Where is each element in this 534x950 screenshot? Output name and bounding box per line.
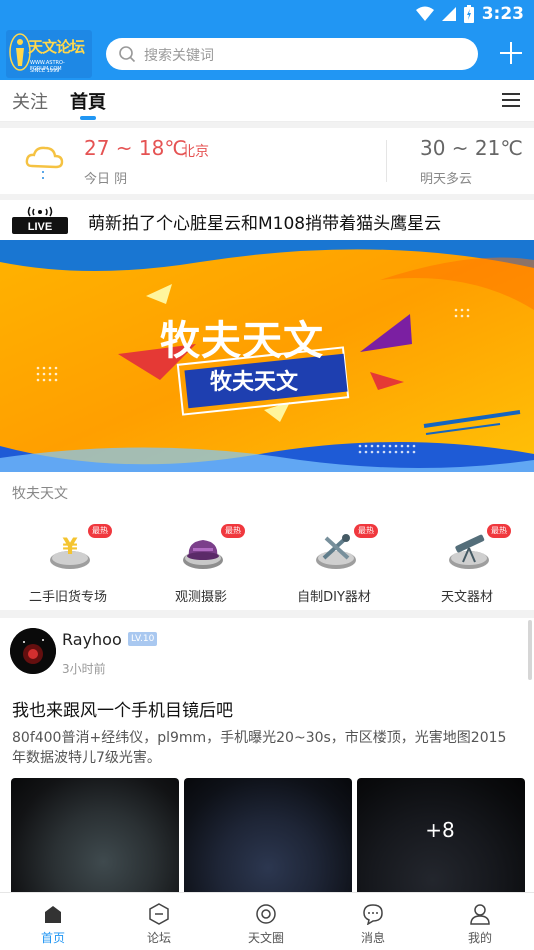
weather-card[interactable]: 27 ~ 18℃ 北京 今日 阴 30 ~ 21℃ 明天多云: [0, 128, 534, 194]
app-header: 天文论坛 WWW.ASTRO-FORUM.COM SINCE 1999 搜索关键…: [0, 28, 534, 80]
category-diy[interactable]: 最热 自制DIY器材: [274, 522, 394, 608]
home-icon: [45, 906, 61, 923]
nav-circle[interactable]: 天文圈: [213, 893, 319, 950]
search-input[interactable]: 搜索关键词: [106, 38, 478, 70]
level-badge: LV.10: [128, 632, 158, 646]
post-body: 80f400普消+经纬仪，pl9mm，手机曝光20~30s，市区楼顶，光害地图2…: [12, 730, 507, 766]
category-observation[interactable]: 最热 观测摄影: [141, 522, 261, 608]
signal-icon: [441, 7, 456, 21]
tab-home[interactable]: 首頁: [70, 88, 106, 114]
live-headline: 萌新拍了个心脏星云和M108捎带着猫头鹰星云: [88, 214, 442, 234]
category-label: 天文器材: [440, 590, 493, 605]
banner-subtitle: 牧夫天文: [210, 370, 299, 395]
nav-profile[interactable]: 我的: [427, 893, 533, 950]
avatar[interactable]: [10, 628, 56, 674]
today-temperature: 27 ~ 18℃: [84, 136, 187, 160]
category-label: 自制DIY器材: [297, 590, 371, 605]
logo-since: SINCE 1999: [30, 68, 60, 74]
weather-divider: [386, 140, 387, 182]
top-tabs: 关注 首頁: [0, 80, 534, 122]
nav-label: 论坛: [146, 931, 171, 945]
menu-icon[interactable]: [502, 92, 520, 108]
add-post-button[interactable]: [498, 40, 524, 66]
divider: [0, 610, 534, 618]
hot-badge: 最热: [221, 524, 245, 538]
scrollbar: [528, 620, 532, 680]
post-title[interactable]: 我也来跟风一个手机目镜后吧: [12, 696, 233, 721]
live-badge-icon: LIVE: [12, 206, 68, 234]
tomorrow-condition: 明天多云: [420, 172, 473, 187]
svg-text:¥: ¥: [62, 535, 78, 560]
message-icon: [363, 904, 383, 925]
post-image[interactable]: +8: [357, 778, 525, 898]
today-condition: 今日 阴: [84, 172, 128, 187]
category-label: 观测摄影: [174, 590, 227, 605]
search-icon: [119, 46, 136, 63]
tomorrow-temperature: 30 ~ 21℃: [420, 136, 523, 160]
category-secondhand[interactable]: ¥ 最热 二手旧货专场: [8, 522, 128, 608]
telescope-icon: [449, 534, 489, 569]
hat-icon: [183, 540, 223, 569]
status-bar: 3:23: [0, 0, 534, 28]
more-images-count: +8: [425, 818, 455, 842]
nav-label: 我的: [467, 931, 492, 945]
post-image[interactable]: [184, 778, 352, 898]
banner-title: 牧夫天文: [160, 318, 324, 364]
section-title: 牧夫天文: [12, 486, 68, 502]
live-headline-row[interactable]: LIVE 萌新拍了个心脏星云和M108捎带着猫头鹰星云: [0, 200, 534, 240]
avatar-image: [10, 628, 56, 674]
city-name: 北京: [181, 144, 209, 160]
promo-banner[interactable]: 牧夫天文 牧夫天文: [0, 240, 534, 472]
cloudy-weather-icon: [25, 146, 64, 179]
circle-icon: [256, 904, 276, 924]
search-placeholder: 搜索关键词: [144, 48, 214, 64]
post-image[interactable]: [11, 778, 179, 898]
forum-logo[interactable]: 天文论坛 WWW.ASTRO-FORUM.COM SINCE 1999: [6, 30, 92, 78]
nav-label: 天文圈: [247, 931, 284, 945]
tools-icon: [316, 534, 356, 569]
profile-icon: [470, 904, 490, 925]
nav-messages[interactable]: 消息: [320, 893, 426, 950]
status-icons: 3:23: [415, 4, 524, 24]
yen-disc-icon: ¥: [50, 535, 90, 569]
battery-icon: [463, 5, 474, 23]
forum-icon: [149, 903, 169, 925]
post-time: 3小时前: [62, 662, 106, 676]
nav-forum[interactable]: 论坛: [106, 893, 212, 950]
post-card[interactable]: Rayhoo LV.10 3小时前 我也来跟风一个手机目镜后吧 80f400普消…: [0, 618, 534, 898]
category-equipment[interactable]: 最热 天文器材: [407, 522, 527, 608]
nav-label: 消息: [360, 931, 385, 945]
logo-text: 天文论坛: [28, 38, 85, 56]
tab-follow[interactable]: 关注: [12, 88, 48, 114]
tab-indicator: [80, 116, 96, 120]
author-name[interactable]: Rayhoo: [62, 630, 122, 649]
wifi-icon: [415, 6, 434, 21]
nav-label: 首页: [40, 931, 65, 945]
live-badge-text: LIVE: [28, 221, 52, 233]
category-label: 二手旧货专场: [28, 590, 107, 605]
clock: 3:23: [481, 4, 524, 24]
hot-badge: 最热: [487, 524, 511, 538]
hot-badge: 最热: [88, 524, 112, 538]
hot-badge: 最热: [354, 524, 378, 538]
bottom-navigation: 首页 论坛 天文圈 消息 我的: [0, 892, 534, 950]
nav-home[interactable]: 首页: [0, 893, 106, 950]
